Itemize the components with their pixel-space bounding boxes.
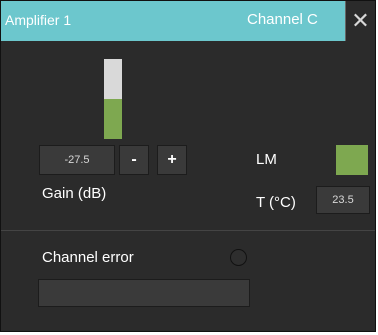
- channel-error-message: [38, 279, 250, 307]
- close-button[interactable]: ✕: [345, 1, 375, 41]
- channel-title: Channel C: [247, 11, 318, 28]
- gain-level-meter: [104, 59, 122, 139]
- channel-error-indicator: [230, 249, 247, 266]
- temperature-label: T (°C): [256, 194, 296, 211]
- amplifier-panel: Amplifier 1 Channel C ✕ -27.5 - + Gain (…: [0, 0, 376, 332]
- close-icon: ✕: [351, 8, 370, 33]
- section-divider: [1, 230, 375, 231]
- gain-value-field[interactable]: -27.5: [39, 145, 115, 175]
- title-bar: Amplifier 1 Channel C ✕: [1, 1, 375, 41]
- gain-increase-button[interactable]: +: [157, 145, 187, 175]
- channel-error-label: Channel error: [42, 249, 134, 266]
- temperature-value: 23.5: [316, 186, 370, 214]
- gain-label: Gain (dB): [42, 185, 107, 202]
- gain-decrease-button[interactable]: -: [119, 145, 149, 175]
- amplifier-title: Amplifier 1: [5, 12, 72, 28]
- gain-level-fill: [104, 99, 122, 139]
- lm-label: LM: [256, 151, 277, 168]
- lm-indicator: [336, 145, 368, 175]
